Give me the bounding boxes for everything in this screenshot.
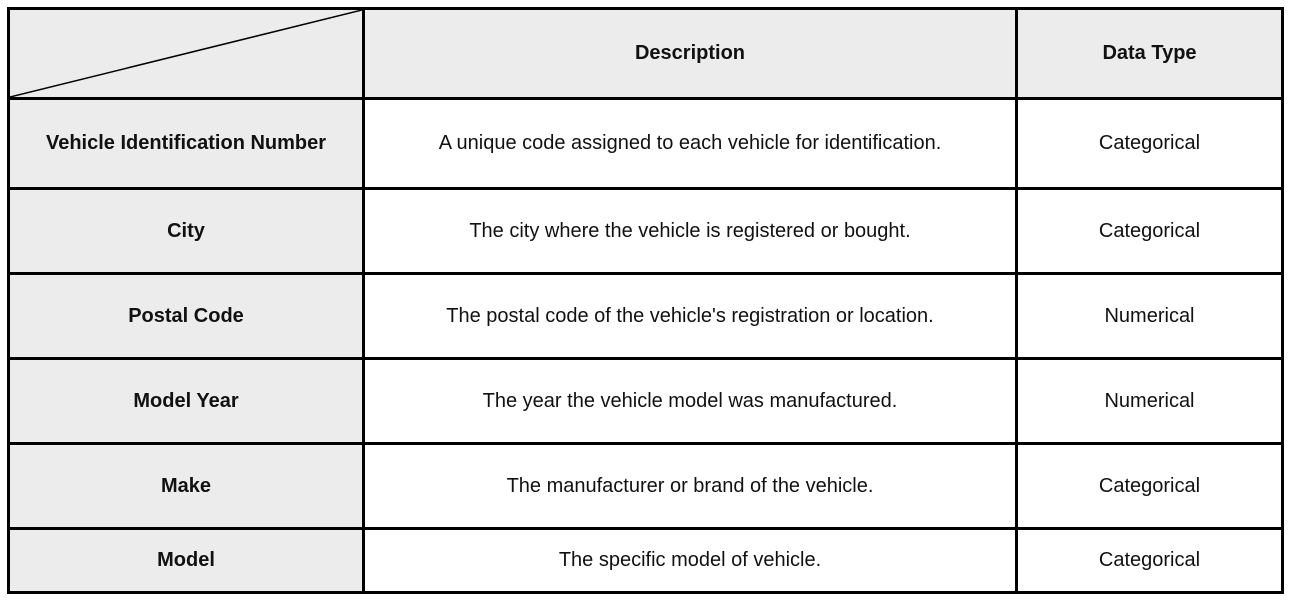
data-type-cell: Categorical xyxy=(1018,100,1281,187)
data-type-cell: Categorical xyxy=(1018,530,1281,591)
row-header: Postal Code xyxy=(10,275,362,357)
description-cell: The year the vehicle model was manufactu… xyxy=(365,360,1015,442)
data-type-cell: Categorical xyxy=(1018,190,1281,272)
column-header-description: Description xyxy=(365,10,1015,97)
column-header-data-type: Data Type xyxy=(1018,10,1281,97)
row-header: Make xyxy=(10,445,362,527)
data-type-cell: Numerical xyxy=(1018,275,1281,357)
data-dictionary-table: Description Data Type Vehicle Identifica… xyxy=(7,7,1284,594)
description-cell: A unique code assigned to each vehicle f… xyxy=(365,100,1015,187)
description-cell: The manufacturer or brand of the vehicle… xyxy=(365,445,1015,527)
data-type-cell: Numerical xyxy=(1018,360,1281,442)
row-header: Vehicle Identification Number xyxy=(10,100,362,187)
row-header: Model xyxy=(10,530,362,591)
description-cell: The specific model of vehicle. xyxy=(365,530,1015,591)
description-cell: The postal code of the vehicle's registr… xyxy=(365,275,1015,357)
description-cell: The city where the vehicle is registered… xyxy=(365,190,1015,272)
diagonal-divider xyxy=(10,10,362,97)
row-header: Model Year xyxy=(10,360,362,442)
data-type-cell: Categorical xyxy=(1018,445,1281,527)
corner-header-cell xyxy=(10,10,362,97)
row-header: City xyxy=(10,190,362,272)
